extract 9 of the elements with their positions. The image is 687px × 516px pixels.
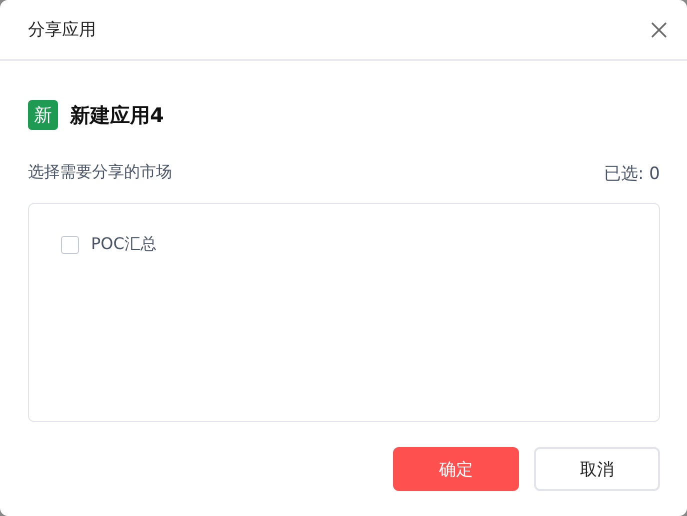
checkbox[interactable] — [61, 236, 79, 254]
app-name: 新建应用4 — [70, 102, 164, 128]
selected-count: 已选: 0 — [604, 163, 660, 185]
market-label: 选择需要分享的市场 — [28, 162, 172, 183]
app-badge: 新 — [28, 100, 58, 130]
dialog-title: 分享应用 — [28, 19, 96, 41]
market-option[interactable]: POC汇总 — [91, 234, 156, 255]
cancel-button[interactable]: 取消 — [534, 447, 660, 491]
close-icon[interactable] — [651, 22, 667, 38]
